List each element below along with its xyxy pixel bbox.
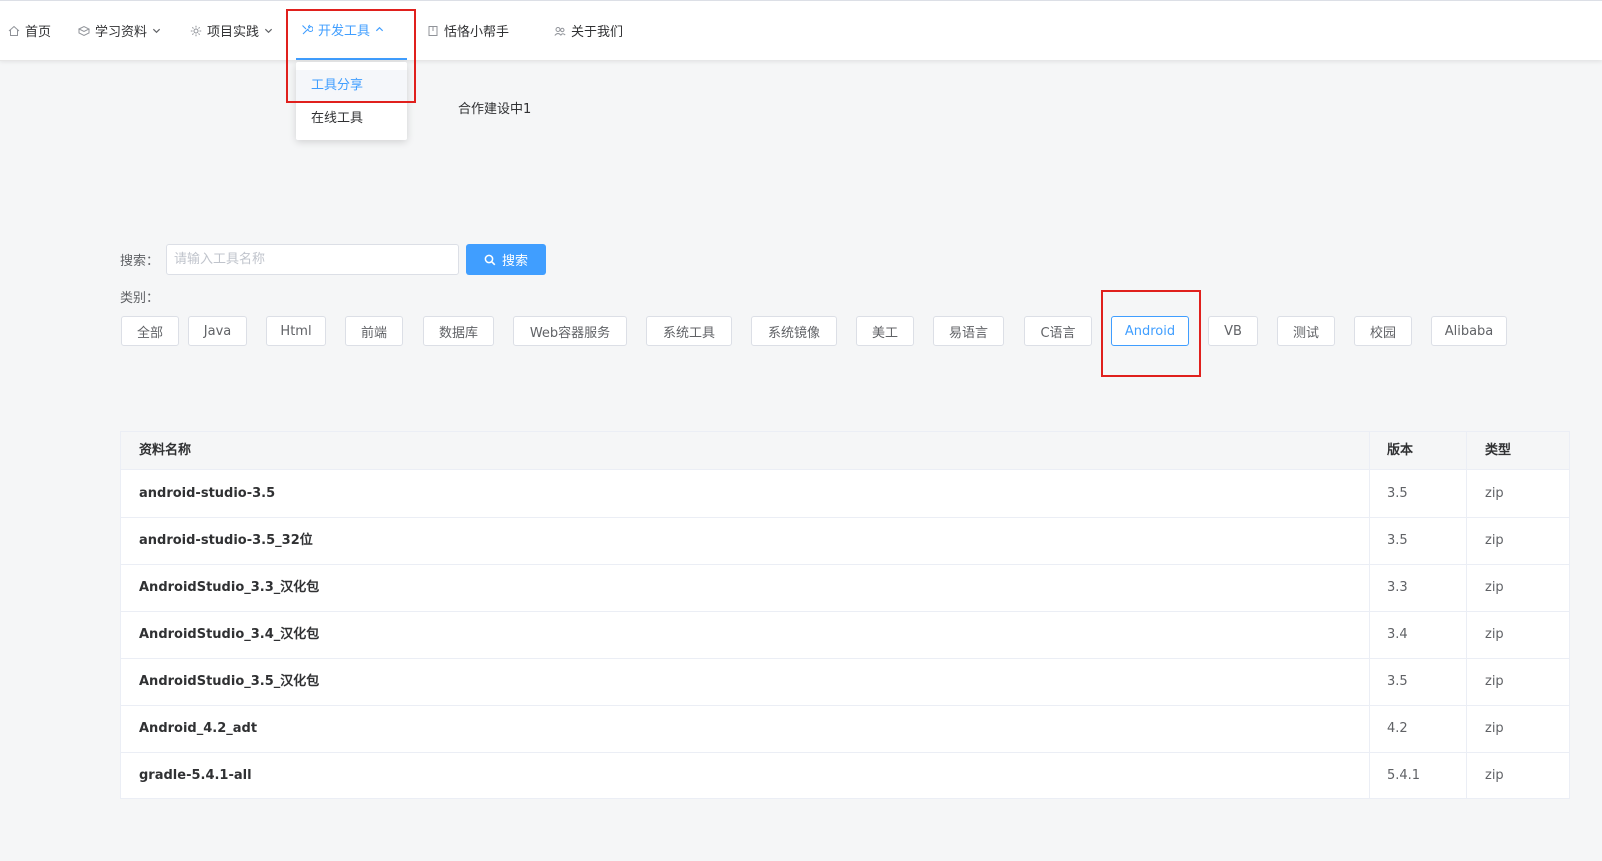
- nav-item-learning[interactable]: 学习资料: [78, 1, 161, 60]
- cell-version: 3.5: [1387, 674, 1408, 689]
- column-header-name: 资料名称: [139, 443, 192, 458]
- cell-type: zip: [1485, 627, 1504, 642]
- category-web-container[interactable]: Web容器服务: [513, 316, 627, 346]
- dropdown-item-tool-share[interactable]: 工具分享: [296, 70, 407, 102]
- column-header-version: 版本: [1387, 443, 1414, 458]
- nav-item-label: 开发工具: [318, 24, 371, 39]
- category-database[interactable]: 数据库: [423, 316, 494, 346]
- category-system-tools[interactable]: 系统工具: [646, 316, 732, 346]
- home-icon: [8, 25, 20, 36]
- cell-name: Android_4.2_adt: [139, 721, 258, 736]
- tools-icon: [302, 24, 313, 34]
- chevron-down-icon: [264, 28, 273, 34]
- cell-name: AndroidStudio_3.3_汉化包: [139, 580, 320, 595]
- table-row[interactable]: gradle-5.4.1-all 5.4.1 zip: [121, 753, 1569, 800]
- category-label: 类别：: [120, 291, 160, 306]
- table-row[interactable]: AndroidStudio_3.5_汉化包 3.5 zip: [121, 659, 1569, 706]
- cell-version: 3.3: [1387, 580, 1408, 595]
- table-row[interactable]: AndroidStudio_3.4_汉化包 3.4 zip: [121, 612, 1569, 659]
- table-row[interactable]: android-studio-3.5 3.5 zip: [121, 471, 1569, 518]
- cell-type: zip: [1485, 580, 1504, 595]
- nav-item-label: 学习资料: [95, 25, 148, 40]
- table-row[interactable]: AndroidStudio_3.3_汉化包 3.3 zip: [121, 565, 1569, 612]
- chevron-down-icon: [152, 28, 161, 34]
- category-all[interactable]: 全部: [121, 316, 179, 346]
- cell-name: AndroidStudio_3.4_汉化包: [139, 627, 320, 642]
- nav-item-label: 项目实践: [207, 25, 260, 40]
- cell-type: zip: [1485, 674, 1504, 689]
- nav-item-devtools[interactable]: 开发工具: [296, 1, 407, 60]
- category-frontend[interactable]: 前端: [345, 316, 403, 346]
- nav-item-helper[interactable]: 恬恪小帮手: [427, 1, 509, 60]
- search-button-label: 搜索: [501, 254, 528, 269]
- cell-name: android-studio-3.5_32位: [139, 533, 313, 548]
- construction-text: 合作建设中1: [458, 102, 532, 117]
- nav-menu: 首页 学习资料 项目实践 开发工具 恬恪小帮手 关于我们: [0, 1, 648, 61]
- chevron-up-icon: [375, 26, 384, 32]
- category-c-lang[interactable]: C语言: [1024, 316, 1092, 346]
- cell-type: zip: [1485, 533, 1504, 548]
- devtools-dropdown: 工具分享 在线工具: [296, 62, 407, 140]
- nav-item-projects[interactable]: 项目实践: [190, 1, 273, 60]
- cell-version: 5.4.1: [1387, 768, 1421, 783]
- search-label: 搜索：: [120, 254, 160, 269]
- category-alibaba[interactable]: Alibaba: [1431, 316, 1507, 346]
- nav-item-label: 首页: [25, 25, 52, 40]
- category-java[interactable]: Java: [188, 316, 247, 346]
- box-icon: [78, 25, 90, 36]
- cell-version: 3.5: [1387, 486, 1408, 501]
- cell-version: 3.4: [1387, 627, 1408, 642]
- nav-item-label: 关于我们: [571, 25, 624, 40]
- cell-version: 3.5: [1387, 533, 1408, 548]
- cell-name: AndroidStudio_3.5_汉化包: [139, 674, 320, 689]
- top-navbar: 首页 学习资料 项目实践 开发工具 恬恪小帮手 关于我们: [0, 0, 1602, 61]
- search-button[interactable]: 搜索: [466, 244, 546, 275]
- category-easy-lang[interactable]: 易语言: [933, 316, 1004, 346]
- category-campus[interactable]: 校园: [1354, 316, 1412, 346]
- category-html[interactable]: Html: [266, 316, 326, 346]
- cell-name: gradle-5.4.1-all: [139, 768, 252, 783]
- dropdown-item-online-tools[interactable]: 在线工具: [296, 103, 407, 135]
- tools-table: 资料名称 版本 类型 android-studio-3.5 3.5 zip an…: [120, 431, 1570, 799]
- nav-item-about[interactable]: 关于我们: [554, 1, 623, 60]
- document-icon: [428, 25, 438, 36]
- category-vb[interactable]: VB: [1208, 316, 1258, 346]
- category-android[interactable]: Android: [1111, 316, 1189, 346]
- category-art[interactable]: 美工: [856, 316, 914, 346]
- cell-type: zip: [1485, 721, 1504, 736]
- column-header-type: 类型: [1485, 443, 1512, 458]
- table-row[interactable]: Android_4.2_adt 4.2 zip: [121, 706, 1569, 753]
- category-system-image[interactable]: 系统镜像: [751, 316, 837, 346]
- cell-type: zip: [1485, 486, 1504, 501]
- cell-type: zip: [1485, 768, 1504, 783]
- cell-version: 4.2: [1387, 721, 1408, 736]
- nav-item-home[interactable]: 首页: [8, 1, 51, 60]
- cell-name: android-studio-3.5: [139, 486, 276, 501]
- category-test[interactable]: 测试: [1277, 316, 1335, 346]
- nav-item-label: 恬恪小帮手: [444, 25, 510, 40]
- people-icon: [554, 26, 566, 36]
- search-icon: [484, 254, 496, 265]
- search-input[interactable]: [166, 244, 459, 275]
- table-row[interactable]: android-studio-3.5_32位 3.5 zip: [121, 518, 1569, 565]
- table-header: 资料名称 版本 类型: [121, 432, 1569, 470]
- gear-icon: [190, 25, 202, 36]
